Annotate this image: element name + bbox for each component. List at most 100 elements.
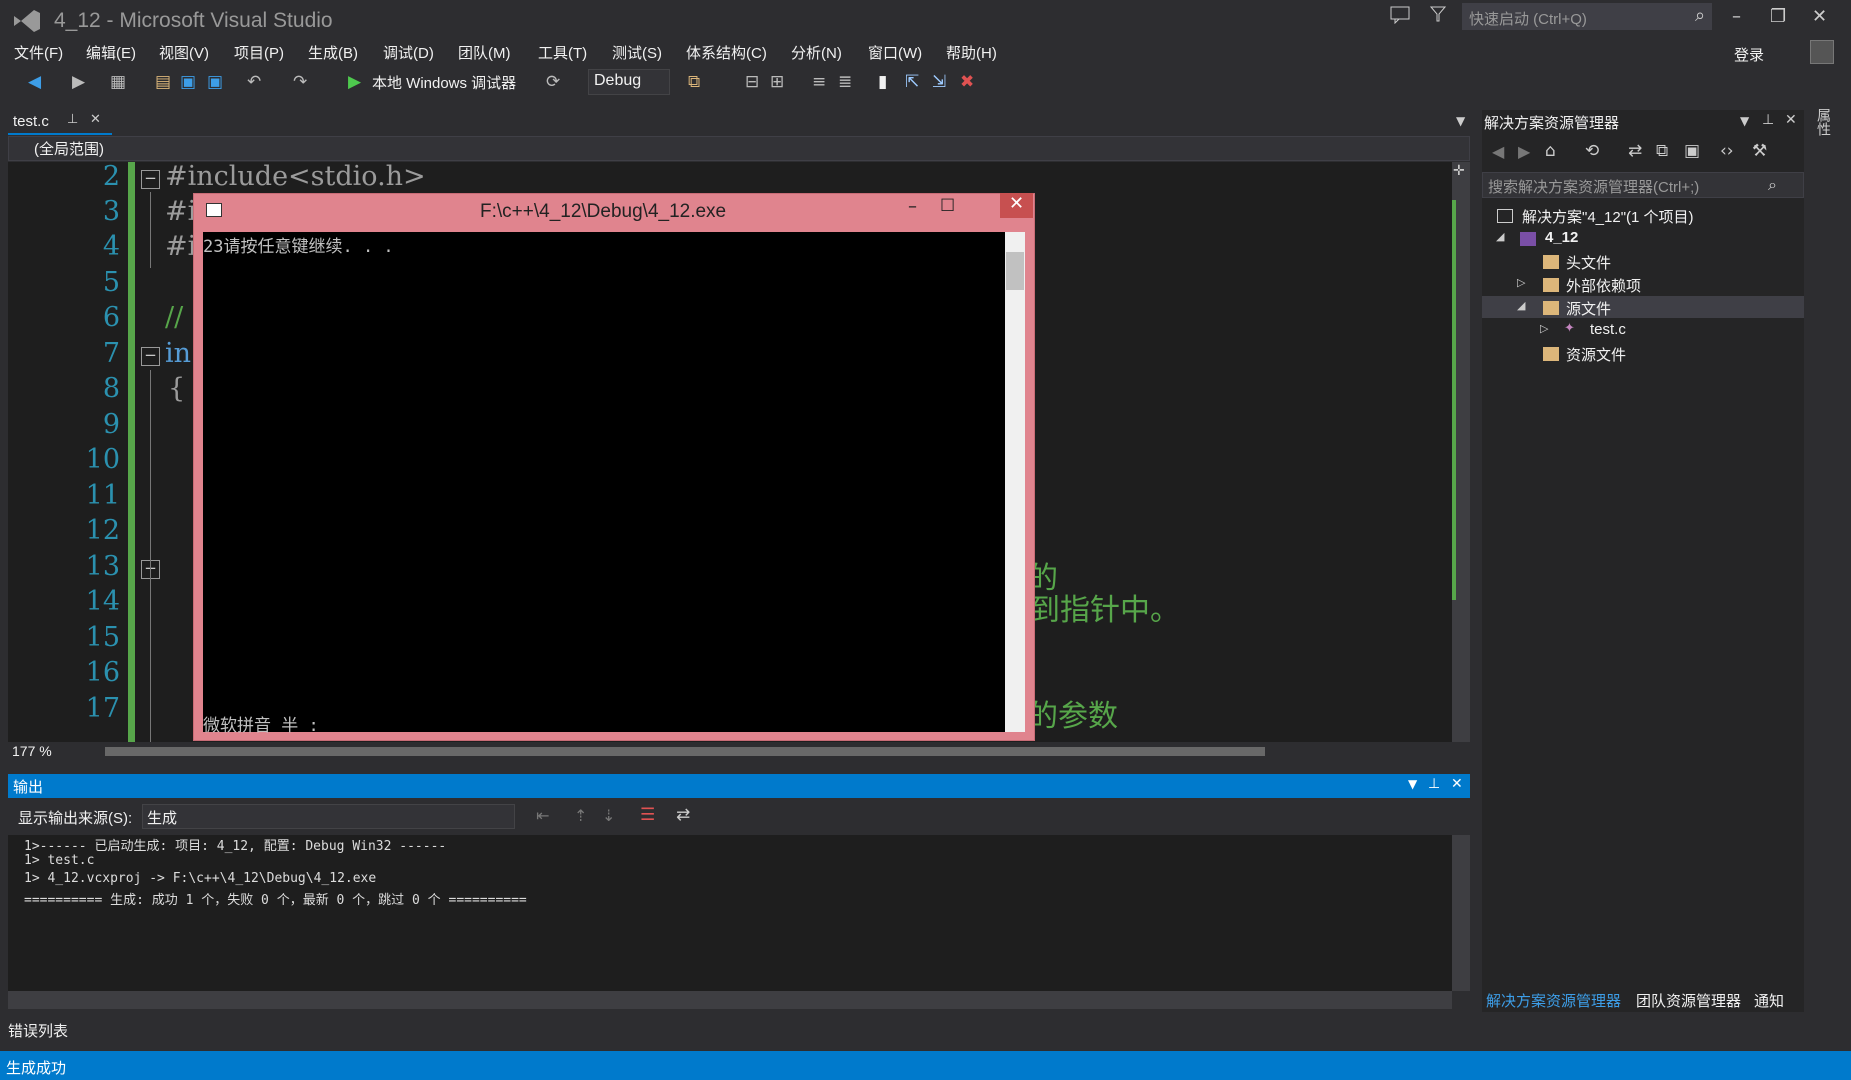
menu-project[interactable]: 项目(P) bbox=[234, 42, 284, 63]
se-dropdown-icon[interactable]: ▼ bbox=[1740, 114, 1749, 128]
search-icon[interactable]: ⌕ bbox=[1695, 5, 1705, 26]
quick-launch-input[interactable]: 快速启动 (Ctrl+Q) bbox=[1462, 3, 1712, 30]
tree-item-test-c[interactable]: test.c bbox=[1590, 321, 1626, 338]
run-debugger-button[interactable]: 本地 Windows 调试器 bbox=[372, 72, 516, 93]
tab-close-icon[interactable]: ✕ bbox=[90, 112, 101, 127]
tree-item-source-files[interactable]: 源文件 bbox=[1566, 298, 1611, 319]
feedback-icon[interactable] bbox=[1390, 6, 1410, 24]
expand-arrow-icon[interactable]: ◢ bbox=[1517, 299, 1525, 312]
collapsed-arrow-icon[interactable]: ▷ bbox=[1517, 276, 1525, 289]
properties-side-strip[interactable] bbox=[1812, 100, 1851, 1051]
collapsed-arrow-icon[interactable]: ▷ bbox=[1540, 322, 1548, 335]
properties-side-tab[interactable]: 属性 bbox=[1816, 108, 1834, 136]
save-all-icon[interactable]: ▣ bbox=[207, 72, 223, 92]
next-bookmark-icon[interactable]: ⇲ bbox=[932, 72, 946, 92]
show-all-files-icon[interactable]: ▣ bbox=[1684, 141, 1700, 161]
bookmark-icon[interactable]: ▮ bbox=[878, 72, 887, 92]
goto-message-icon[interactable]: ⇤ bbox=[536, 806, 549, 825]
prev-message-icon[interactable]: ⇡ bbox=[574, 806, 587, 825]
output-horizontal-scrollbar[interactable] bbox=[8, 991, 1452, 1009]
output-line: 1> test.c bbox=[24, 853, 95, 868]
menu-build[interactable]: 生成(B) bbox=[308, 42, 358, 63]
zoom-select[interactable]: 177 % bbox=[12, 743, 52, 759]
tab-solution-explorer[interactable]: 解决方案资源管理器 bbox=[1486, 990, 1621, 1011]
menu-test[interactable]: 测试(S) bbox=[612, 42, 662, 63]
output-text-area[interactable] bbox=[8, 835, 1470, 991]
se-back-icon[interactable]: ◀ bbox=[1492, 142, 1504, 161]
filter-icon[interactable] bbox=[1430, 6, 1446, 22]
editor-horizontal-scrollbar[interactable] bbox=[105, 747, 1265, 756]
menu-tools[interactable]: 工具(T) bbox=[538, 42, 587, 63]
align-icon[interactable]: ⊟ bbox=[745, 72, 759, 92]
back-icon[interactable]: ◀ bbox=[28, 72, 41, 92]
menu-team[interactable]: 团队(M) bbox=[458, 42, 511, 63]
view-code-icon[interactable]: ‹› bbox=[1720, 141, 1734, 161]
tree-item-header-files[interactable]: 头文件 bbox=[1566, 252, 1611, 273]
console-scroll-thumb[interactable] bbox=[1006, 252, 1024, 290]
uncomment-icon[interactable]: ≣ bbox=[838, 72, 852, 92]
scope-dropdown[interactable] bbox=[8, 136, 1470, 161]
menu-architecture[interactable]: 体系结构(C) bbox=[686, 42, 767, 63]
word-wrap-icon[interactable]: ⇄ bbox=[676, 805, 690, 825]
tree-item-project[interactable]: 4_12 bbox=[1545, 229, 1578, 246]
output-dropdown-icon[interactable]: ▼ bbox=[1408, 777, 1417, 791]
sync-icon[interactable]: ⇄ bbox=[1628, 141, 1642, 161]
console-minimize-button[interactable]: – bbox=[908, 196, 917, 217]
console-output-area[interactable] bbox=[203, 232, 1005, 732]
find-in-files-icon[interactable]: ⧉ bbox=[688, 72, 700, 92]
se-pin-icon[interactable]: ⊥ bbox=[1762, 112, 1774, 128]
console-maximize-button[interactable]: ☐ bbox=[940, 196, 955, 216]
tree-item-resource-files[interactable]: 资源文件 bbox=[1566, 344, 1626, 365]
menu-edit[interactable]: 编辑(E) bbox=[86, 42, 136, 63]
fold-toggle[interactable]: − bbox=[141, 170, 160, 189]
solution-search-input[interactable]: 搜索解决方案资源管理器(Ctrl+;) bbox=[1482, 172, 1804, 198]
tab-team-explorer[interactable]: 团队资源管理器 bbox=[1636, 990, 1741, 1011]
refresh-icon[interactable]: ⟳ bbox=[546, 72, 560, 92]
console-scrollbar[interactable] bbox=[1005, 232, 1025, 732]
menu-window[interactable]: 窗口(W) bbox=[868, 42, 922, 63]
menu-analyze[interactable]: 分析(N) bbox=[791, 42, 842, 63]
forward-icon[interactable]: ▶ bbox=[72, 72, 85, 92]
output-pin-icon[interactable]: ⊥ bbox=[1428, 776, 1440, 792]
history-icon[interactable]: ⟲ bbox=[1585, 141, 1599, 161]
save-icon[interactable]: ▣ bbox=[180, 72, 196, 92]
clear-bookmarks-icon[interactable]: ✖ bbox=[960, 72, 974, 92]
home-icon[interactable]: ⌂ bbox=[1545, 141, 1556, 161]
tab-notifications[interactable]: 通知 bbox=[1754, 990, 1784, 1011]
se-search-icon[interactable]: ⌕ bbox=[1768, 175, 1777, 195]
properties-wrench-icon[interactable]: ⚒ bbox=[1752, 141, 1767, 161]
restore-button[interactable]: ❐ bbox=[1770, 6, 1786, 27]
fold-toggle[interactable]: − bbox=[141, 347, 160, 366]
menu-debug[interactable]: 调试(D) bbox=[383, 42, 434, 63]
undo-icon[interactable]: ↶ bbox=[247, 72, 261, 92]
configuration-select[interactable]: Debug bbox=[588, 69, 670, 95]
console-close-button[interactable]: ✕ bbox=[1000, 193, 1033, 218]
start-debug-icon[interactable]: ▶ bbox=[348, 72, 361, 92]
prev-bookmark-icon[interactable]: ⇱ bbox=[905, 72, 919, 92]
tree-item-solution[interactable]: 解决方案"4_12"(1 个项目) bbox=[1522, 206, 1694, 227]
minimize-button[interactable]: – bbox=[1732, 6, 1741, 27]
comment-icon[interactable]: ≡ bbox=[812, 72, 826, 92]
distribute-icon[interactable]: ⊞ bbox=[770, 72, 784, 92]
output-source-select[interactable]: 生成 bbox=[142, 804, 515, 829]
tree-item-external-deps[interactable]: 外部依赖项 bbox=[1566, 275, 1641, 296]
clear-all-icon[interactable]: ☰ bbox=[640, 805, 655, 825]
split-icon[interactable]: ✛ bbox=[1453, 163, 1465, 179]
tab-dropdown-icon[interactable]: ▼ bbox=[1456, 114, 1465, 128]
next-message-icon[interactable]: ⇣ bbox=[602, 806, 615, 825]
output-close-icon[interactable]: ✕ bbox=[1451, 776, 1463, 792]
output-vertical-scrollbar[interactable] bbox=[1452, 835, 1470, 991]
menu-view[interactable]: 视图(V) bbox=[159, 42, 209, 63]
new-project-icon[interactable]: ▦ bbox=[110, 72, 126, 92]
tab-error-list[interactable]: 错误列表 bbox=[8, 1020, 68, 1041]
se-forward-icon[interactable]: ▶ bbox=[1518, 142, 1530, 161]
menu-help[interactable]: 帮助(H) bbox=[946, 42, 997, 63]
open-file-icon[interactable]: ▤ bbox=[155, 72, 171, 92]
collapse-all-icon[interactable]: ⧉ bbox=[1656, 141, 1668, 161]
se-close-icon[interactable]: ✕ bbox=[1785, 112, 1797, 128]
expand-arrow-icon[interactable]: ◢ bbox=[1496, 230, 1504, 243]
redo-icon[interactable]: ↷ bbox=[293, 72, 307, 92]
menu-file[interactable]: 文件(F) bbox=[14, 42, 63, 63]
pin-icon[interactable]: ⊥ bbox=[67, 112, 78, 127]
close-button[interactable]: ✕ bbox=[1812, 6, 1827, 27]
